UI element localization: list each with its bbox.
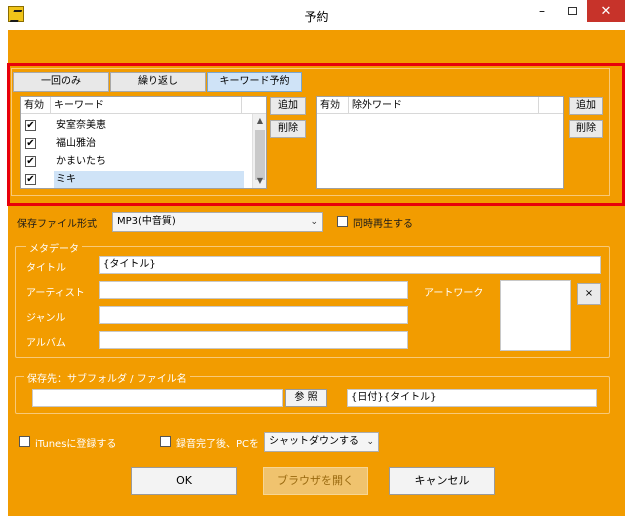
- scroll-down-icon[interactable]: ▼: [253, 174, 266, 188]
- artwork-clear-button[interactable]: ×: [577, 283, 601, 305]
- list-item[interactable]: ✔ 福山雅治: [21, 135, 247, 153]
- maximize-icon: [567, 7, 577, 15]
- tab-keyword-reservation[interactable]: キーワード予約: [207, 72, 302, 92]
- keyword-delete-button[interactable]: 削除: [270, 120, 306, 138]
- itunes-checkbox[interactable]: [19, 436, 30, 447]
- save-destination-title: 保存先：サブフォルダ / ファイル名: [24, 370, 190, 385]
- enabled-checkbox[interactable]: ✔: [25, 138, 36, 149]
- keyword-add-button[interactable]: 追加: [270, 97, 306, 115]
- simultaneous-play-label: 同時再生する: [353, 219, 413, 230]
- artwork-image-box[interactable]: [500, 280, 571, 351]
- col-keyword-header[interactable]: キーワード: [51, 97, 242, 114]
- album-label: アルバム: [26, 338, 66, 349]
- title-bar: 予約 – ✕: [0, 0, 633, 30]
- exclude-word-list[interactable]: 有効 除外ワード: [316, 96, 564, 189]
- ok-button[interactable]: OK: [131, 467, 237, 495]
- album-input[interactable]: [99, 331, 408, 349]
- shutdown-select[interactable]: シャットダウンする ⌄: [264, 432, 379, 452]
- genre-input[interactable]: [99, 306, 408, 324]
- chevron-down-icon: ⌄: [366, 437, 374, 447]
- keyword-text[interactable]: ミキ: [54, 171, 244, 188]
- itunes-label: iTunesに登録する: [35, 439, 117, 450]
- exclude-add-button[interactable]: 追加: [569, 97, 603, 115]
- shutdown-select-value: シャットダウンする: [269, 436, 359, 447]
- keyword-list[interactable]: 有効 キーワード ✔ 安室奈美恵 ✔ 福山雅治 ✔ かまいたち ✔ ミキ ▲ ▼: [20, 96, 267, 189]
- enabled-checkbox[interactable]: ✔: [25, 156, 36, 167]
- format-label: 保存ファイル形式: [17, 219, 97, 230]
- keyword-list-header: 有効 キーワード: [21, 97, 266, 114]
- col-enabled-header[interactable]: 有効: [317, 97, 349, 114]
- exclude-delete-button[interactable]: 削除: [569, 120, 603, 138]
- simultaneous-play-checkbox[interactable]: [337, 216, 348, 227]
- genre-label: ジャンル: [26, 313, 66, 324]
- keyword-list-scrollbar[interactable]: ▲ ▼: [252, 114, 266, 188]
- open-browser-button[interactable]: ブラウザを開く: [263, 467, 368, 495]
- keyword-text: 福山雅治: [56, 138, 96, 149]
- artwork-label: アートワーク: [424, 288, 484, 299]
- after-record-label: 録音完了後、PCを: [176, 439, 260, 450]
- title-label: タイトル: [26, 263, 66, 274]
- scroll-up-icon[interactable]: ▲: [253, 114, 266, 128]
- reservation-window: 予約 – ✕ 一回のみ 繰り返し キーワード予約 有効 キーワード ✔ 安室奈美…: [0, 0, 633, 522]
- tab-repeat[interactable]: 繰り返し: [110, 72, 206, 92]
- format-select[interactable]: MP3(中音質) ⌄: [112, 212, 323, 232]
- artist-label: アーティスト: [26, 288, 85, 299]
- close-button[interactable]: ✕: [587, 0, 625, 22]
- maximize-button[interactable]: [557, 0, 587, 22]
- browse-button[interactable]: 参 照: [285, 389, 327, 407]
- title-input[interactable]: {タイトル}: [99, 256, 601, 274]
- cancel-button[interactable]: キャンセル: [389, 467, 495, 495]
- subfolder-input[interactable]: [32, 389, 283, 407]
- artist-input[interactable]: [99, 281, 408, 299]
- format-select-value: MP3(中音質): [117, 216, 176, 227]
- keyword-text: 安室奈美恵: [56, 120, 106, 131]
- filename-input[interactable]: {日付}{タイトル}: [347, 389, 597, 407]
- metadata-group-title: メタデータ: [26, 240, 82, 255]
- after-record-checkbox[interactable]: [160, 436, 171, 447]
- enabled-checkbox[interactable]: ✔: [25, 174, 36, 185]
- col-enabled-header[interactable]: 有効: [21, 97, 51, 114]
- scrollbar-thumb[interactable]: [255, 130, 265, 180]
- tab-once[interactable]: 一回のみ: [13, 72, 109, 92]
- exclude-list-header: 有効 除外ワード: [317, 97, 563, 114]
- keyword-text: かまいたち: [56, 156, 106, 167]
- chevron-down-icon: ⌄: [310, 217, 318, 227]
- list-item[interactable]: ✔ 安室奈美恵: [21, 117, 247, 135]
- list-item[interactable]: ✔ ミキ: [21, 171, 247, 188]
- minimize-button[interactable]: –: [527, 0, 557, 22]
- enabled-checkbox[interactable]: ✔: [25, 120, 36, 131]
- col-exclude-word-header[interactable]: 除外ワード: [349, 97, 539, 114]
- list-item[interactable]: ✔ かまいたち: [21, 153, 247, 171]
